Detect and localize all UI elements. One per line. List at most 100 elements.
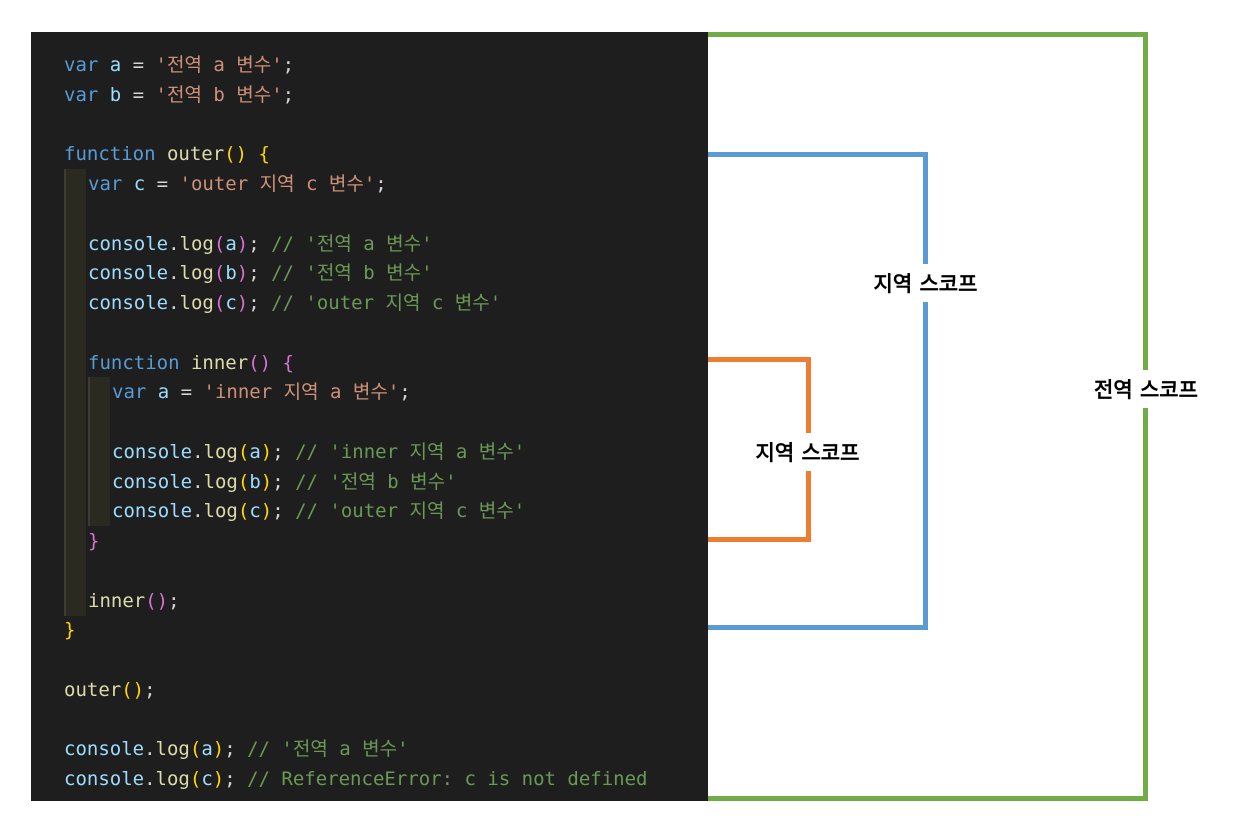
code-token-bracket_gold: ( xyxy=(189,738,202,761)
code-token-bracket_pink: () xyxy=(248,351,283,374)
code-token-keyword: var xyxy=(64,83,110,106)
global-scope-bracket-top xyxy=(708,32,1148,37)
code-token-punctuation: ; xyxy=(272,500,296,523)
code-line: var a = 'inner 지역 a 변수'; xyxy=(112,377,411,407)
code-token-string: 'inner 지역 a 변수' xyxy=(203,381,400,404)
code-token-punctuation: = xyxy=(169,381,204,404)
code-token-function: log xyxy=(203,500,238,523)
code-token-bracket_pink: ( xyxy=(213,292,226,314)
code-token-function: log xyxy=(203,470,238,493)
code-token-variable: a xyxy=(157,381,170,404)
code-token-function: log xyxy=(179,232,214,255)
inner-scope-bracket-top xyxy=(708,357,811,362)
code-token-bracket_pink: ) xyxy=(236,262,249,285)
code-line: console.log(c); // 'outer 지역 c 변수' xyxy=(88,288,501,318)
code-token-function: log xyxy=(155,768,190,790)
code-token-punctuation: . xyxy=(144,738,156,761)
indent-guide xyxy=(64,169,86,199)
code-token-bracket_pink: { xyxy=(282,351,294,374)
indent-guide xyxy=(64,555,86,586)
indent-guide xyxy=(88,496,110,527)
code-token-variable: c xyxy=(133,173,146,195)
code-token-variable: console xyxy=(88,262,169,285)
code-line: function outer() { xyxy=(64,139,270,169)
code-token-keyword: var xyxy=(112,381,158,404)
code-token-variable: a xyxy=(249,440,261,463)
code-token-comment: // '전역 a 변수' xyxy=(271,232,433,255)
code-token-bracket_gold: ) xyxy=(212,738,225,761)
code-token-punctuation: ; xyxy=(272,440,296,463)
code-token-punctuation: ; xyxy=(272,470,296,493)
code-token-keyword: function xyxy=(88,351,191,374)
code-token-punctuation: ; xyxy=(168,589,180,612)
code-token-bracket_pink: ) xyxy=(236,292,249,314)
code-line: console.log(c); // 'outer 지역 c 변수' xyxy=(112,496,525,526)
code-token-variable: console xyxy=(112,470,193,493)
code-line: console.log(a); // 'inner 지역 a 변수' xyxy=(112,437,525,467)
indent-guide xyxy=(64,466,86,497)
code-token-comment: // '전역 b 변수' xyxy=(295,470,457,493)
code-token-bracket_gold: () xyxy=(121,678,145,701)
code-token-punctuation: ; xyxy=(248,232,272,255)
code-token-variable: c xyxy=(249,500,261,523)
code-line: var a = '전역 a 변수'; xyxy=(64,50,294,80)
code-token-variable: console xyxy=(88,232,169,255)
code-token-punctuation: . xyxy=(144,768,156,790)
code-token-bracket_gold: ) xyxy=(260,500,273,523)
code-token-comment: // '전역 b 변수' xyxy=(271,262,433,285)
code-token-bracket_gold: ) xyxy=(212,768,225,790)
code-token-punctuation: ; xyxy=(282,83,295,106)
code-line: function inner() { xyxy=(88,348,294,378)
code-token-bracket_gold: ( xyxy=(237,440,250,463)
code-token-keyword: var xyxy=(64,54,110,76)
code-token-variable: b xyxy=(249,470,261,493)
code-token-variable: a xyxy=(225,232,237,255)
code-editor-panel: var a = '전역 a 변수'; var b = '전역 b 변수'; func… xyxy=(31,32,708,801)
code-token-keyword: var xyxy=(88,173,134,195)
code-token-variable: c xyxy=(201,768,213,790)
indent-guide xyxy=(64,258,86,289)
code-token-comment: // ReferenceError: c is not defined xyxy=(247,768,648,790)
code-token-punctuation: ; xyxy=(248,292,272,314)
indent-guide xyxy=(64,228,86,259)
code-token-bracket_gold: } xyxy=(64,619,76,642)
indent-guide xyxy=(64,198,86,229)
code-token-function: log xyxy=(155,738,190,761)
code-token-variable: console xyxy=(112,440,193,463)
code-token-punctuation: ; xyxy=(375,173,387,195)
outer-scope-label: 지역 스코프 xyxy=(853,264,998,302)
indent-guide xyxy=(88,436,110,467)
code-line: outer(); xyxy=(64,675,156,705)
code-token-comment: // 'inner 지역 a 변수' xyxy=(295,440,526,463)
indent-guide xyxy=(88,466,110,497)
code-token-comment: // '전역 a 변수' xyxy=(247,738,409,761)
code-token-variable: console xyxy=(88,292,169,314)
code-token-bracket_gold: () xyxy=(224,143,259,166)
indent-guide xyxy=(64,288,86,318)
global-scope-bracket-bottom xyxy=(708,796,1148,801)
global-scope-label: 전역 스코프 xyxy=(1075,370,1217,408)
code-line: console.log(b); // '전역 b 변수' xyxy=(112,467,457,497)
code-token-bracket_gold: ) xyxy=(260,440,273,463)
inner-scope-label: 지역 스코프 xyxy=(735,433,880,471)
outer-scope-bracket-side xyxy=(923,152,928,630)
code-line: var c = 'outer 지역 c 변수'; xyxy=(88,169,387,199)
code-token-string: 'outer 지역 c 변수' xyxy=(179,173,376,195)
code-token-punctuation: = xyxy=(145,173,180,195)
code-token-punctuation: ; xyxy=(224,768,248,790)
code-line: console.log(c); // ReferenceError: c is … xyxy=(64,764,647,794)
indent-guide xyxy=(88,377,110,408)
indent-guide xyxy=(64,377,86,408)
code-token-bracket_pink: () xyxy=(145,589,169,612)
code-token-punctuation: . xyxy=(168,262,180,285)
global-scope-bracket-side xyxy=(1143,32,1148,801)
code-token-punctuation: . xyxy=(192,500,204,523)
code-line: var b = '전역 b 변수'; xyxy=(64,80,294,110)
code-token-string: '전역 a 변수' xyxy=(155,54,283,76)
code-token-keyword: function xyxy=(64,143,167,166)
code-token-variable: console xyxy=(112,500,193,523)
code-token-function: log xyxy=(179,292,214,314)
indent-guide xyxy=(64,407,86,437)
code-token-variable: a xyxy=(201,738,213,761)
code-token-punctuation: ; xyxy=(248,262,272,285)
